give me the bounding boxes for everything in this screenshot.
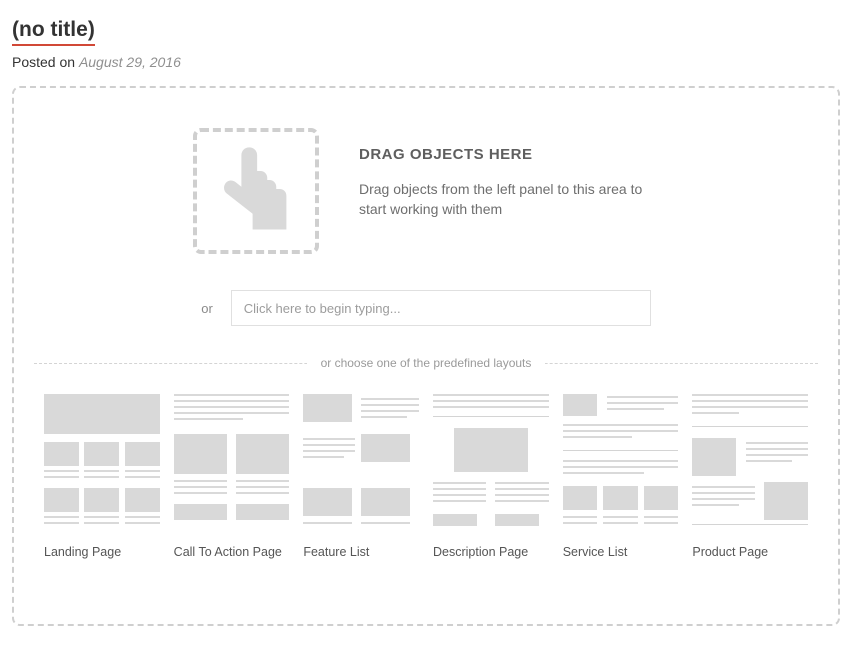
layout-product-page[interactable]: Product Page	[692, 394, 808, 561]
drag-heading: DRAG OBJECTS HERE	[359, 146, 659, 163]
layout-thumb-feature-list	[303, 394, 419, 534]
layout-description-page[interactable]: Description Page	[433, 394, 549, 561]
drag-instructions: Drag objects from the left panel to this…	[359, 179, 659, 220]
layout-label: Product Page	[692, 544, 808, 561]
posted-prefix: Posted on	[12, 54, 79, 70]
layouts-row: Landing Page Call To Action P	[34, 394, 818, 561]
layout-landing-page[interactable]: Landing Page	[44, 394, 160, 561]
editor-drop-canvas[interactable]: DRAG OBJECTS HERE Drag objects from the …	[12, 86, 840, 626]
drag-text-column: DRAG OBJECTS HERE Drag objects from the …	[359, 128, 659, 220]
layout-thumb-service-list	[563, 394, 679, 534]
or-row: or	[34, 290, 818, 326]
layout-label: Feature List	[303, 544, 419, 561]
layout-label: Service List	[563, 544, 679, 561]
pointing-hand-icon	[222, 144, 290, 239]
layout-call-to-action-page[interactable]: Call To Action Page	[174, 394, 290, 561]
begin-typing-input[interactable]	[231, 290, 651, 326]
posted-line: Posted on August 29, 2016	[12, 54, 840, 70]
layout-thumb-cta-page	[174, 394, 290, 534]
or-label: or	[201, 301, 213, 316]
layout-service-list[interactable]: Service List	[563, 394, 679, 561]
layout-feature-list[interactable]: Feature List	[303, 394, 419, 561]
page-title[interactable]: (no title)	[12, 18, 95, 46]
layout-thumb-landing-page	[44, 394, 160, 534]
layout-label: Landing Page	[44, 544, 160, 561]
posted-date: August 29, 2016	[79, 54, 181, 70]
drag-dropzone[interactable]	[193, 128, 319, 254]
drag-section: DRAG OBJECTS HERE Drag objects from the …	[34, 128, 818, 254]
predefined-layouts-divider: or choose one of the predefined layouts	[34, 354, 818, 372]
layout-thumb-description-page	[433, 394, 549, 534]
layout-label: Description Page	[433, 544, 549, 561]
predefined-layouts-divider-label: or choose one of the predefined layouts	[307, 356, 546, 370]
layout-thumb-product-page	[692, 394, 808, 534]
layout-label: Call To Action Page	[174, 544, 290, 561]
